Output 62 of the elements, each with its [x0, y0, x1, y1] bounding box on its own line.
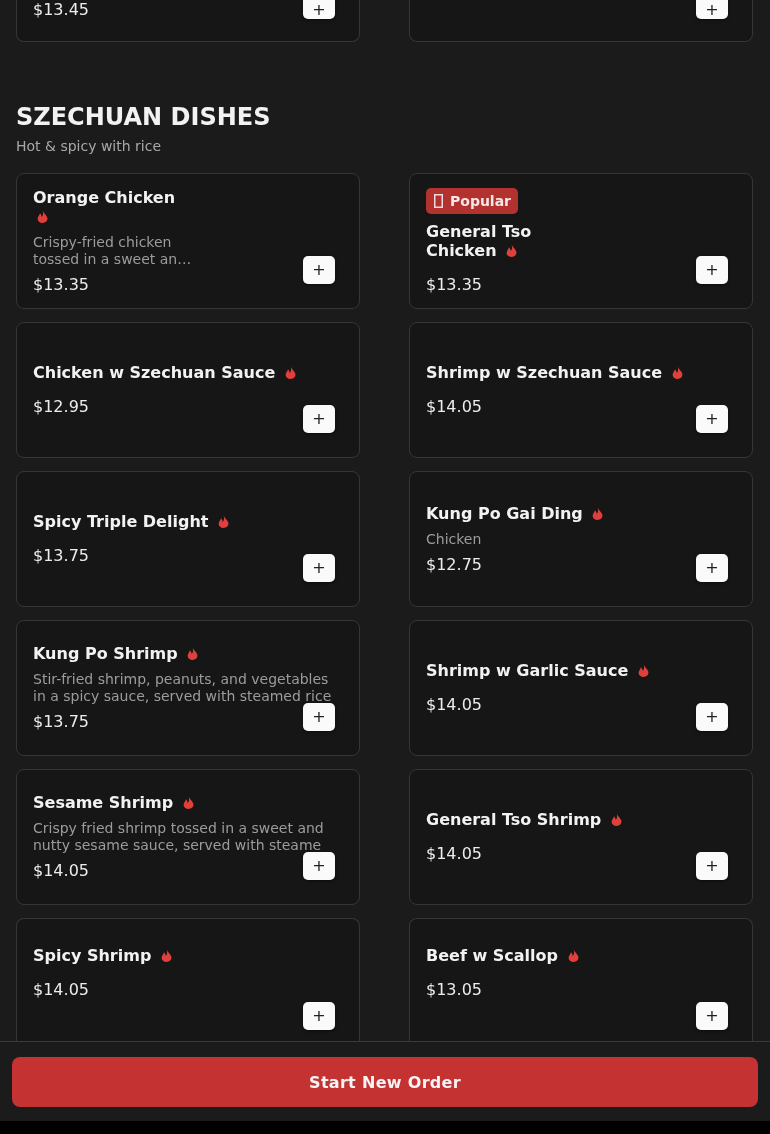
dish-name: Spicy Triple Delight [33, 512, 209, 531]
add-button[interactable]: + [303, 703, 335, 731]
item-price: $12.75 [426, 554, 482, 575]
item-price: $13.35 [426, 274, 482, 295]
add-button[interactable]: + [696, 703, 728, 731]
item-price: $13.75 [33, 546, 89, 566]
dish-description: Crispy-fried chicken tossed in a sweet an… [33, 233, 193, 268]
dish-description: Crispy fried shrimp tossed in a sweet and nutty sesame sauce, served with steame [33, 820, 325, 854]
dish-name: Kung Po Shrimp [33, 644, 178, 663]
dish-name: Shrimp w Garlic Sauce [426, 661, 629, 680]
section-title: SZECHUAN DISHES [15, 102, 272, 132]
missing-glyph-icon [434, 193, 443, 208]
menu-item-card[interactable]: Orange Chicken Crispy-fried chicken tossed in a sweet an… $13.35 + [16, 173, 360, 309]
menu-item-card[interactable]: Sesame Shrimp Crispy fried shrimp tossed in a sweet and nutty sesame sauce, served with steame $14.05 + [16, 769, 360, 905]
dish-name: Shrimp w Szechuan Sauce [426, 363, 663, 382]
menu-item-card[interactable]: Shrimp w Szechuan Sauce $14.05 + [409, 322, 753, 458]
item-price: $14.05 [33, 861, 89, 881]
badge-label: Popular [450, 192, 512, 209]
dish-name: Orange Chicken [33, 187, 176, 207]
start-new-order-button[interactable]: Start New Order [12, 1057, 758, 1107]
dish-name: Spicy Shrimp [33, 946, 152, 965]
add-button[interactable]: + [303, 405, 335, 433]
menu-item-card[interactable]: General Tso Shrimp $14.05 + [409, 769, 753, 905]
add-button[interactable]: + [696, 1002, 728, 1030]
menu-item-card[interactable]: $13.45 + [16, 0, 360, 42]
item-price: $14.05 [426, 397, 482, 417]
item-price: $14.05 [33, 980, 89, 1000]
dish-name: Chicken w Szechuan Sauce [33, 363, 276, 382]
menu-item-card[interactable]: Beef w Scallop $13.05 + [409, 918, 753, 1041]
dish-description: Chicken [426, 530, 482, 548]
add-button[interactable]: + [696, 256, 728, 284]
add-button[interactable]: + [696, 405, 728, 433]
add-button[interactable]: + [696, 554, 728, 582]
menu-item-card[interactable]: Kung Po Shrimp Stir-fried shrimp, peanuts, and vegetables in a spicy sauce, served with steamed rice $13.75 + [16, 620, 360, 756]
item-price: $13.45 [33, 0, 89, 20]
item-price: $13.75 [33, 712, 89, 732]
menu-item-card[interactable]: Spicy Shrimp $14.05 + [16, 918, 360, 1041]
menu-item-card[interactable]: + [409, 0, 753, 42]
menu-item-card[interactable]: Spicy Triple Delight $13.75 + [16, 471, 360, 607]
add-button[interactable]: + [303, 852, 335, 880]
add-button[interactable]: + [303, 1002, 335, 1030]
item-price: $14.05 [426, 695, 482, 715]
dish-name: Kung Po Gai Ding [426, 503, 583, 523]
add-button[interactable]: + [303, 0, 335, 19]
dish-description: Stir-fried shrimp, peanuts, and vegetables in a spicy sauce, served with steamed rice [33, 671, 333, 705]
item-price: $12.95 [33, 397, 89, 417]
menu-item-card[interactable]: Popular General Tso Chicken $13.35 + [409, 173, 753, 309]
item-price: $13.35 [33, 274, 89, 295]
add-button[interactable]: + [696, 0, 728, 19]
add-button[interactable]: + [303, 256, 335, 284]
section-subtitle: Hot & spicy with rice [15, 138, 162, 154]
add-button[interactable]: + [303, 554, 335, 582]
add-button[interactable]: + [696, 852, 728, 880]
item-price: $13.05 [426, 980, 482, 1000]
menu-item-card[interactable]: Chicken w Szechuan Sauce $12.95 + [16, 322, 360, 458]
dish-name: Sesame Shrimp [33, 793, 174, 812]
menu-item-card[interactable]: Shrimp w Garlic Sauce $14.05 + [409, 620, 753, 756]
item-price: $14.05 [426, 844, 482, 864]
menu-item-card[interactable]: Kung Po Gai Ding Chicken $12.75 + [409, 471, 753, 607]
dish-name: Beef w Scallop [426, 946, 558, 965]
dish-name: General Tso Chicken [426, 221, 532, 260]
dish-name: General Tso Shrimp [426, 810, 602, 829]
